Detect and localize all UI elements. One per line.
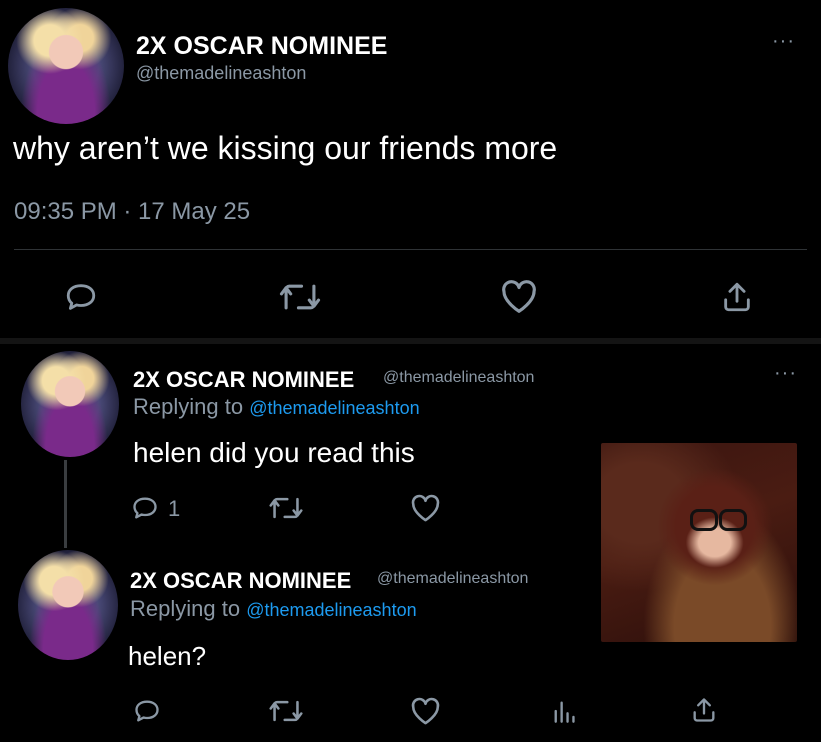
replying-to-line: Replying to @themadelineashton — [130, 596, 417, 622]
replying-to-label: Replying to — [133, 394, 244, 419]
display-name[interactable]: 2X OSCAR NOMINEE — [130, 568, 351, 594]
retweet-icon[interactable] — [268, 697, 304, 725]
tweet-timestamp[interactable]: 09:35 PM · 17 May 25 — [14, 198, 250, 226]
replying-to-link[interactable]: @themadelineashton — [249, 398, 419, 418]
more-icon[interactable]: ··· — [772, 30, 795, 53]
tweet-text: why aren’t we kissing our friends more — [13, 130, 558, 166]
retweet-icon[interactable] — [268, 494, 304, 522]
username-handle[interactable]: @themadelineashton — [136, 63, 306, 84]
reply-icon[interactable] — [63, 280, 99, 314]
avatar[interactable] — [18, 550, 118, 660]
replying-to-label: Replying to — [130, 596, 241, 621]
divider — [14, 249, 807, 250]
avatar[interactable] — [8, 8, 124, 124]
username-handle[interactable]: @themadelineashton — [383, 369, 534, 387]
more-icon[interactable]: ··· — [774, 362, 797, 385]
photo-glasses — [719, 509, 747, 531]
like-icon[interactable] — [410, 494, 441, 523]
section-separator — [0, 338, 821, 344]
like-icon[interactable] — [500, 279, 538, 315]
retweet-icon[interactable] — [278, 280, 322, 314]
photo-glasses — [690, 509, 718, 531]
reply-count: 1 — [168, 496, 181, 521]
reply-icon[interactable] — [131, 494, 159, 522]
thread-line — [64, 460, 67, 548]
reply-text: helen? — [128, 641, 207, 671]
reply-icon[interactable] — [133, 697, 161, 725]
analytics-icon[interactable] — [551, 698, 577, 724]
attached-photo[interactable] — [601, 443, 797, 642]
like-icon[interactable] — [410, 697, 441, 726]
display-name[interactable]: 2X OSCAR NOMINEE — [136, 32, 387, 61]
replying-to-line: Replying to @themadelineashton — [133, 394, 420, 420]
replying-to-link[interactable]: @themadelineashton — [246, 600, 416, 620]
reply-text: helen did you read this — [133, 437, 415, 468]
display-name[interactable]: 2X OSCAR NOMINEE — [133, 367, 354, 393]
username-handle[interactable]: @themadelineashton — [377, 570, 528, 588]
share-icon[interactable] — [721, 280, 753, 314]
share-icon[interactable] — [690, 696, 718, 724]
avatar[interactable] — [21, 351, 119, 457]
